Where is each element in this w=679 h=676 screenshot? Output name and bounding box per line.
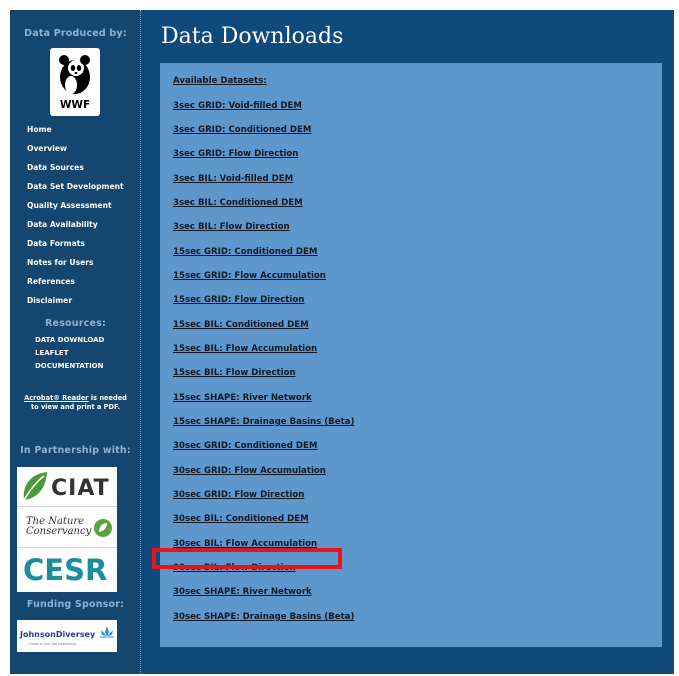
dataset-link[interactable]: 30sec SHAPE: Drainage Basins (Beta) xyxy=(173,612,354,622)
resource-documentation[interactable]: DOCUMENTATION xyxy=(35,362,103,370)
sponsor-tagline: Clean is just the beginning xyxy=(29,642,76,646)
cesr-logo[interactable]: CESR xyxy=(17,549,117,592)
dataset-link[interactable]: 3sec BIL: Void-filled DEM xyxy=(173,174,293,184)
acrobat-note: Acrobat® Reader is needed to view and pr… xyxy=(24,394,127,411)
produced-by-heading: Data Produced by: xyxy=(24,28,127,39)
page-title: Data Downloads xyxy=(161,24,344,49)
nav-quality-assessment[interactable]: Quality Assessment xyxy=(27,201,112,210)
sidebar: Data Produced by: WWF Home Overview Data… xyxy=(10,10,141,674)
acrobat-reader-link[interactable]: Acrobat® Reader xyxy=(24,394,88,402)
page-frame: Data Produced by: WWF Home Overview Data… xyxy=(10,10,674,674)
dataset-link[interactable]: 30sec BIL: Conditioned DEM xyxy=(173,514,309,524)
nav-disclaimer[interactable]: Disclaimer xyxy=(27,296,72,305)
wwf-logo[interactable]: WWF xyxy=(50,48,100,116)
wwf-logo-text: WWF xyxy=(59,99,91,111)
resource-data-download[interactable]: DATA DOWNLOAD xyxy=(35,336,104,344)
sponsor-logo-text: JohnsonDiversey xyxy=(20,630,96,639)
dataset-link[interactable]: 30sec SHAPE: River Network xyxy=(173,587,312,597)
lotus-icon xyxy=(100,626,114,638)
nav-data-set-development[interactable]: Data Set Development xyxy=(27,182,124,191)
ciat-logo[interactable]: CIAT xyxy=(17,467,117,507)
dataset-link[interactable]: 15sec SHAPE: River Network xyxy=(173,393,312,403)
dataset-link[interactable]: 3sec GRID: Conditioned DEM xyxy=(173,125,311,135)
dataset-link[interactable]: 15sec BIL: Flow Direction xyxy=(173,368,296,378)
nature-conservancy-logo[interactable]: The Nature Conservancy xyxy=(17,508,117,548)
available-datasets-heading[interactable]: Available Datasets: xyxy=(173,76,267,86)
dataset-link[interactable]: 3sec GRID: Flow Direction xyxy=(173,149,298,159)
dataset-link[interactable]: 30sec GRID: Conditioned DEM xyxy=(173,441,317,451)
dataset-link[interactable]: 15sec GRID: Flow Accumulation xyxy=(173,271,326,281)
ciat-logo-text: CIAT xyxy=(51,476,110,501)
nav-overview[interactable]: Overview xyxy=(27,144,67,153)
nav-data-availability[interactable]: Data Availability xyxy=(27,220,98,229)
sponsor-heading: Funding Sponsor: xyxy=(26,599,125,610)
dataset-link[interactable]: 15sec BIL: Flow Accumulation xyxy=(173,344,317,354)
dataset-link[interactable]: 3sec GRID: Void-filled DEM xyxy=(173,101,302,111)
highlight-box xyxy=(152,548,342,569)
tnc-line2: Conservancy xyxy=(26,526,92,537)
leaf-icon xyxy=(23,472,47,501)
panda-icon xyxy=(59,55,90,94)
dataset-link[interactable]: 30sec GRID: Flow Direction xyxy=(173,490,304,500)
resources-heading: Resources: xyxy=(45,318,106,329)
dataset-link[interactable]: 15sec BIL: Conditioned DEM xyxy=(173,320,309,330)
nav-home[interactable]: Home xyxy=(27,125,52,134)
dataset-link[interactable]: 15sec GRID: Conditioned DEM xyxy=(173,247,317,257)
partnership-heading: In Partnership with: xyxy=(20,445,131,456)
nav-data-sources[interactable]: Data Sources xyxy=(27,163,84,172)
dataset-link[interactable]: 3sec BIL: Flow Direction xyxy=(173,222,290,232)
dataset-link[interactable]: 3sec BIL: Conditioned DEM xyxy=(173,198,303,208)
resource-leaflet[interactable]: LEAFLET xyxy=(35,349,68,357)
nature-conservancy-logo-text: The Nature Conservancy xyxy=(26,517,91,537)
dataset-link[interactable]: 15sec SHAPE: Drainage Basins (Beta) xyxy=(173,417,354,427)
nav-references[interactable]: References xyxy=(27,277,75,286)
dataset-link[interactable]: 30sec GRID: Flow Accumulation xyxy=(173,466,326,476)
cesr-logo-text: CESR xyxy=(23,553,108,587)
nav-notes-for-users[interactable]: Notes for Users xyxy=(27,258,94,267)
johnsondiversey-logo[interactable]: JohnsonDiversey Clean is just the beginn… xyxy=(17,620,117,652)
nav-data-formats[interactable]: Data Formats xyxy=(27,239,85,248)
partner-logos: CIAT The Nature Conservancy CESR xyxy=(17,467,117,592)
oak-leaf-icon xyxy=(94,519,112,537)
dataset-link[interactable]: 15sec GRID: Flow Direction xyxy=(173,295,304,305)
